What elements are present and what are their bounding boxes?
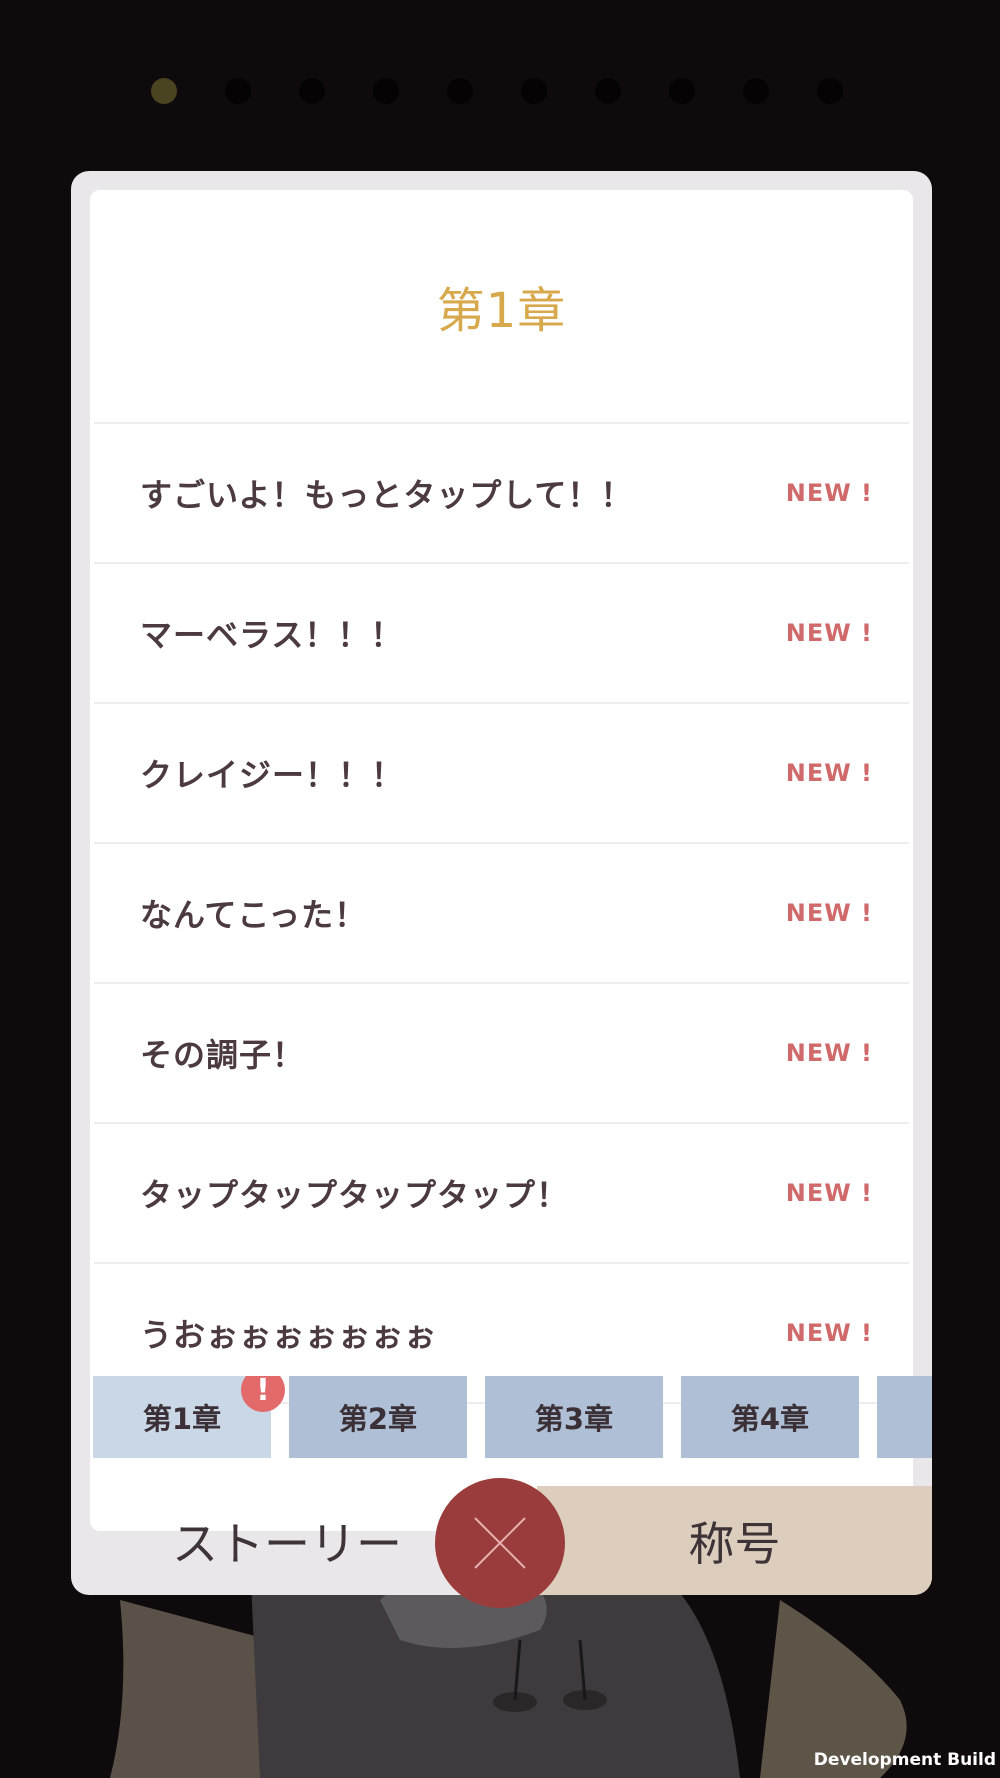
chapter-tabs: 第1章! 第2章 第3章 第4章 [93, 1376, 932, 1458]
page-dot[interactable] [299, 78, 325, 104]
achievement-label: なんてこった！ [140, 896, 368, 934]
new-badge: NEW ! [785, 759, 873, 787]
title-tab[interactable]: 称号 [537, 1486, 932, 1595]
new-badge: NEW ! [785, 1039, 873, 1067]
page-dot[interactable] [225, 78, 251, 104]
close-icon [474, 1517, 526, 1569]
chapter-tab[interactable]: 第4章 [681, 1376, 859, 1458]
chapter-tab[interactable]: 第1章! [93, 1376, 285, 1458]
list-item[interactable]: タップタップタップタップ！ NEW ! [94, 1124, 909, 1264]
achievement-label: クレイジー！！！ [140, 756, 405, 794]
achievement-list[interactable]: 第1章 すごいよ！もっとタップして！！ NEW ! マーベラス！！！ NEW ! クレイ… [90, 190, 913, 1531]
close-button[interactable] [435, 1478, 565, 1608]
chapter-tab-label: 第3章 [534, 1402, 614, 1436]
alert-badge-icon: ! [241, 1376, 285, 1412]
chapter-tab[interactable] [877, 1376, 932, 1458]
list-item[interactable]: マーベラス！！！ NEW ! [94, 564, 909, 704]
new-badge: NEW ! [785, 1179, 873, 1207]
list-item[interactable]: なんてこった！ NEW ! [94, 844, 909, 984]
chapter-title: 第1章 [94, 190, 909, 424]
development-build-label: Development Build [813, 1750, 996, 1770]
list-item[interactable]: その調子！ NEW ! [94, 984, 909, 1124]
chapter-tab-label: 第2章 [338, 1402, 418, 1436]
chapter-tab-label: 第1章 [142, 1402, 222, 1436]
achievement-label: その調子！ [140, 1036, 306, 1074]
list-item[interactable]: クレイジー！！！ NEW ! [94, 704, 909, 844]
achievement-label: すごいよ！もっとタップして！！ [140, 476, 634, 514]
new-badge: NEW ! [785, 619, 873, 647]
page-dot[interactable] [817, 78, 843, 104]
page-dot[interactable] [743, 78, 769, 104]
list-item[interactable]: すごいよ！もっとタップして！！ NEW ! [94, 424, 909, 564]
page-indicator [151, 78, 843, 104]
page-dot[interactable] [669, 78, 695, 104]
chapter-tab[interactable]: 第3章 [485, 1376, 663, 1458]
achievement-label: マーベラス！！！ [140, 616, 404, 654]
chapter-tab-label: 第4章 [730, 1402, 810, 1436]
page-dot[interactable] [595, 78, 621, 104]
new-badge: NEW ! [785, 1319, 873, 1347]
new-badge: NEW ! [785, 479, 873, 507]
page-dot[interactable] [151, 78, 177, 104]
page-dot[interactable] [521, 78, 547, 104]
chapter-tab[interactable]: 第2章 [289, 1376, 467, 1458]
achievement-panel: 第1章 すごいよ！もっとタップして！！ NEW ! マーベラス！！！ NEW ! クレイ… [71, 171, 932, 1595]
achievement-label: うおぉぉぉぉぉぉぉ [140, 1316, 438, 1354]
page-dot[interactable] [447, 78, 473, 104]
new-badge: NEW ! [785, 899, 873, 927]
achievement-label: タップタップタップタップ！ [140, 1176, 570, 1214]
page-dot[interactable] [373, 78, 399, 104]
